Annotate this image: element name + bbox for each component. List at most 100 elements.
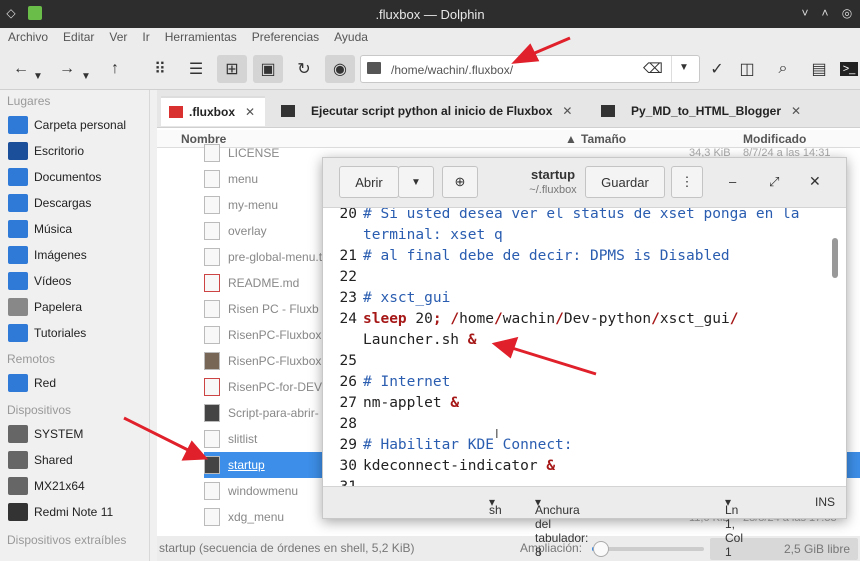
code-view[interactable]: 20 # Si usted desea ver el status de xset… xyxy=(331,208,831,488)
preview-button[interactable]: ▣ xyxy=(253,55,283,83)
info-panel-button[interactable]: ▤ xyxy=(804,55,834,83)
tab-py-md[interactable]: Py_MD_to_HTML_Blogger ✕ xyxy=(599,96,819,126)
forward-history-dropdown[interactable]: ▼ xyxy=(76,62,96,90)
sidebar-item-system[interactable]: SYSTEM xyxy=(8,423,148,445)
code-line[interactable]: terminal: xset q xyxy=(331,225,831,246)
eye-icon: ◉ xyxy=(333,61,347,78)
terminal-icon: >_ xyxy=(839,62,859,76)
tab-fluxbox[interactable]: .fluxbox ✕ xyxy=(161,96,265,126)
close-icon[interactable]: ◎ xyxy=(840,6,854,20)
sidebar-item-descargas[interactable]: Descargas xyxy=(8,192,148,214)
folder-icon xyxy=(8,324,28,342)
code-line[interactable]: 24 sleep 20; /home/wachin/Dev-python/xsct… xyxy=(331,309,831,330)
code-line[interactable]: 23 # xsct_gui xyxy=(331,288,831,309)
code-line[interactable]: 30 kdeconnect-indicator & xyxy=(331,456,831,477)
tab-ejecutar-script[interactable]: Ejecutar script python al inicio de Flux… xyxy=(277,96,589,126)
code-line[interactable]: 29 # Habilitar KDE Connect: xyxy=(331,435,831,456)
menu-button[interactable]: ⋮ xyxy=(671,166,703,198)
terminal-button[interactable]: >_ xyxy=(838,55,860,83)
minimize-icon[interactable]: – xyxy=(729,174,736,189)
zoom-slider-handle[interactable] xyxy=(593,541,610,557)
menu-ir[interactable]: Ir xyxy=(134,28,156,44)
reload-button[interactable]: ↻ xyxy=(289,55,319,83)
insert-mode: INS xyxy=(815,495,836,509)
search-button[interactable]: ⌕ xyxy=(768,55,798,83)
menu-ayuda[interactable]: Ayuda xyxy=(326,28,375,44)
sidebar-item-documentos[interactable]: Documentos xyxy=(8,166,148,188)
list-icon: ☰ xyxy=(188,61,204,78)
open-recent-dropdown[interactable]: ▼ xyxy=(398,166,434,198)
code-line[interactable]: 25 xyxy=(331,351,831,372)
save-button[interactable]: Guardar xyxy=(585,166,665,198)
zoom-slider[interactable] xyxy=(592,541,704,557)
arrow-up-icon: ↑ xyxy=(111,60,119,77)
split-button[interactable]: ◫ xyxy=(732,55,762,83)
code-line[interactable]: 21 # al final debe de decir: DPMS is Disa… xyxy=(331,246,831,267)
code-line[interactable]: 27 nm-applet & xyxy=(331,393,831,414)
sidebar-item-shared[interactable]: Shared xyxy=(8,449,148,471)
location-bar[interactable]: /home/wachin/.fluxbox/ ⌫ ▼ xyxy=(360,55,700,83)
menu-archivo[interactable]: Archivo xyxy=(0,28,55,44)
menu-preferencias[interactable]: Preferencias xyxy=(244,28,326,44)
title-bar: ◇ .fluxbox — Dolphin ˅ ˄ ◎ xyxy=(0,0,860,28)
sidebar-item-escritorio[interactable]: Escritorio xyxy=(8,140,148,162)
scrollbar-thumb[interactable] xyxy=(832,238,838,278)
details-view-button[interactable]: ⊞ xyxy=(217,55,247,83)
menu-ver[interactable]: Ver xyxy=(101,28,134,44)
sidebar-item-mx21x64[interactable]: MX21x64 xyxy=(8,475,148,497)
sidebar-item-videos[interactable]: Vídeos xyxy=(8,270,148,292)
code-line[interactable]: 26 # Internet xyxy=(331,372,831,393)
close-tab-icon[interactable]: ✕ xyxy=(562,104,572,118)
back-history-dropdown[interactable]: ▼ xyxy=(28,62,48,90)
code-token: nm-applet xyxy=(363,395,451,411)
menu-bar: Archivo Editar Ver Ir Herramientas Preferenci… xyxy=(0,28,860,48)
code-token: sleep xyxy=(363,311,407,327)
up-button[interactable]: ↑ xyxy=(100,55,130,83)
close-tab-icon[interactable]: ✕ xyxy=(245,105,255,119)
maximize-icon[interactable]: ˄ xyxy=(818,6,832,20)
phone-icon xyxy=(8,503,28,521)
editor-headerbar: Abrir ▼ ⊕ startup ~/.fluxbox Guardar ⋮ –… xyxy=(323,158,846,208)
code-token: # xsct_gui xyxy=(363,290,451,306)
window-title: .fluxbox — Dolphin xyxy=(375,7,485,22)
line-number: 28 xyxy=(339,416,357,432)
tab-width-selector[interactable]: Anchura del tabulador: 8 ▾ xyxy=(535,495,588,559)
code-token: Dev-python xyxy=(563,311,652,327)
icons-view-button[interactable]: ⠿ xyxy=(145,55,175,83)
chevron-down-icon[interactable]: ▼ xyxy=(679,62,689,73)
location-path[interactable]: /home/wachin/.fluxbox/ xyxy=(391,63,513,77)
hidden-files-button[interactable]: ◉ xyxy=(325,55,355,83)
editor-scrollbar[interactable] xyxy=(831,210,839,485)
language-selector[interactable]: sh ▾ xyxy=(489,495,502,517)
line-number: 21 xyxy=(339,248,357,264)
compact-view-button[interactable]: ☰ xyxy=(181,55,211,83)
confirm-button[interactable]: ✓ xyxy=(702,55,732,83)
menu-herramientas[interactable]: Herramientas xyxy=(157,28,244,44)
menu-editar[interactable]: Editar xyxy=(55,28,101,44)
code-line[interactable]: 28 xyxy=(331,414,831,435)
code-token: / xyxy=(493,311,503,327)
minimize-icon[interactable]: ˅ xyxy=(798,6,812,20)
downloads-folder-icon xyxy=(8,194,28,212)
status-bar: startup (secuencia de órdenes en shell, … xyxy=(157,536,860,561)
search-icon: ⌕ xyxy=(778,60,788,77)
sidebar-item-tutoriales[interactable]: Tutoriales xyxy=(8,322,148,344)
maximize-icon[interactable]: ⤢ xyxy=(769,174,779,190)
sidebar-item-musica[interactable]: Música xyxy=(8,218,148,240)
sidebar-item-imagenes[interactable]: Imágenes xyxy=(8,244,148,266)
code-line[interactable]: 20 # Si usted desea ver el status de xset… xyxy=(331,208,831,225)
arrow-left-icon: ← xyxy=(13,60,29,77)
close-icon[interactable]: ✕ xyxy=(809,173,821,190)
code-line[interactable]: 22 xyxy=(331,267,831,288)
code-line[interactable]: Launcher.sh & xyxy=(331,330,831,351)
sidebar-item-carpeta-personal[interactable]: Carpeta personal xyxy=(8,114,148,136)
sidebar-item-papelera[interactable]: Papelera xyxy=(8,296,148,318)
cursor-position[interactable]: Ln 1, Col 1 ▾ xyxy=(725,495,743,559)
close-tab-icon[interactable]: ✕ xyxy=(791,104,801,118)
clear-icon[interactable]: ⌫ xyxy=(643,60,663,77)
sidebar-item-redmi-note-11[interactable]: Redmi Note 11 xyxy=(8,501,148,523)
sidebar-item-red[interactable]: Red xyxy=(8,372,148,394)
new-tab-button[interactable]: ⊕ xyxy=(442,166,478,198)
open-button[interactable]: Abrir xyxy=(339,166,399,198)
chevron-down-icon: ▼ xyxy=(81,70,91,82)
